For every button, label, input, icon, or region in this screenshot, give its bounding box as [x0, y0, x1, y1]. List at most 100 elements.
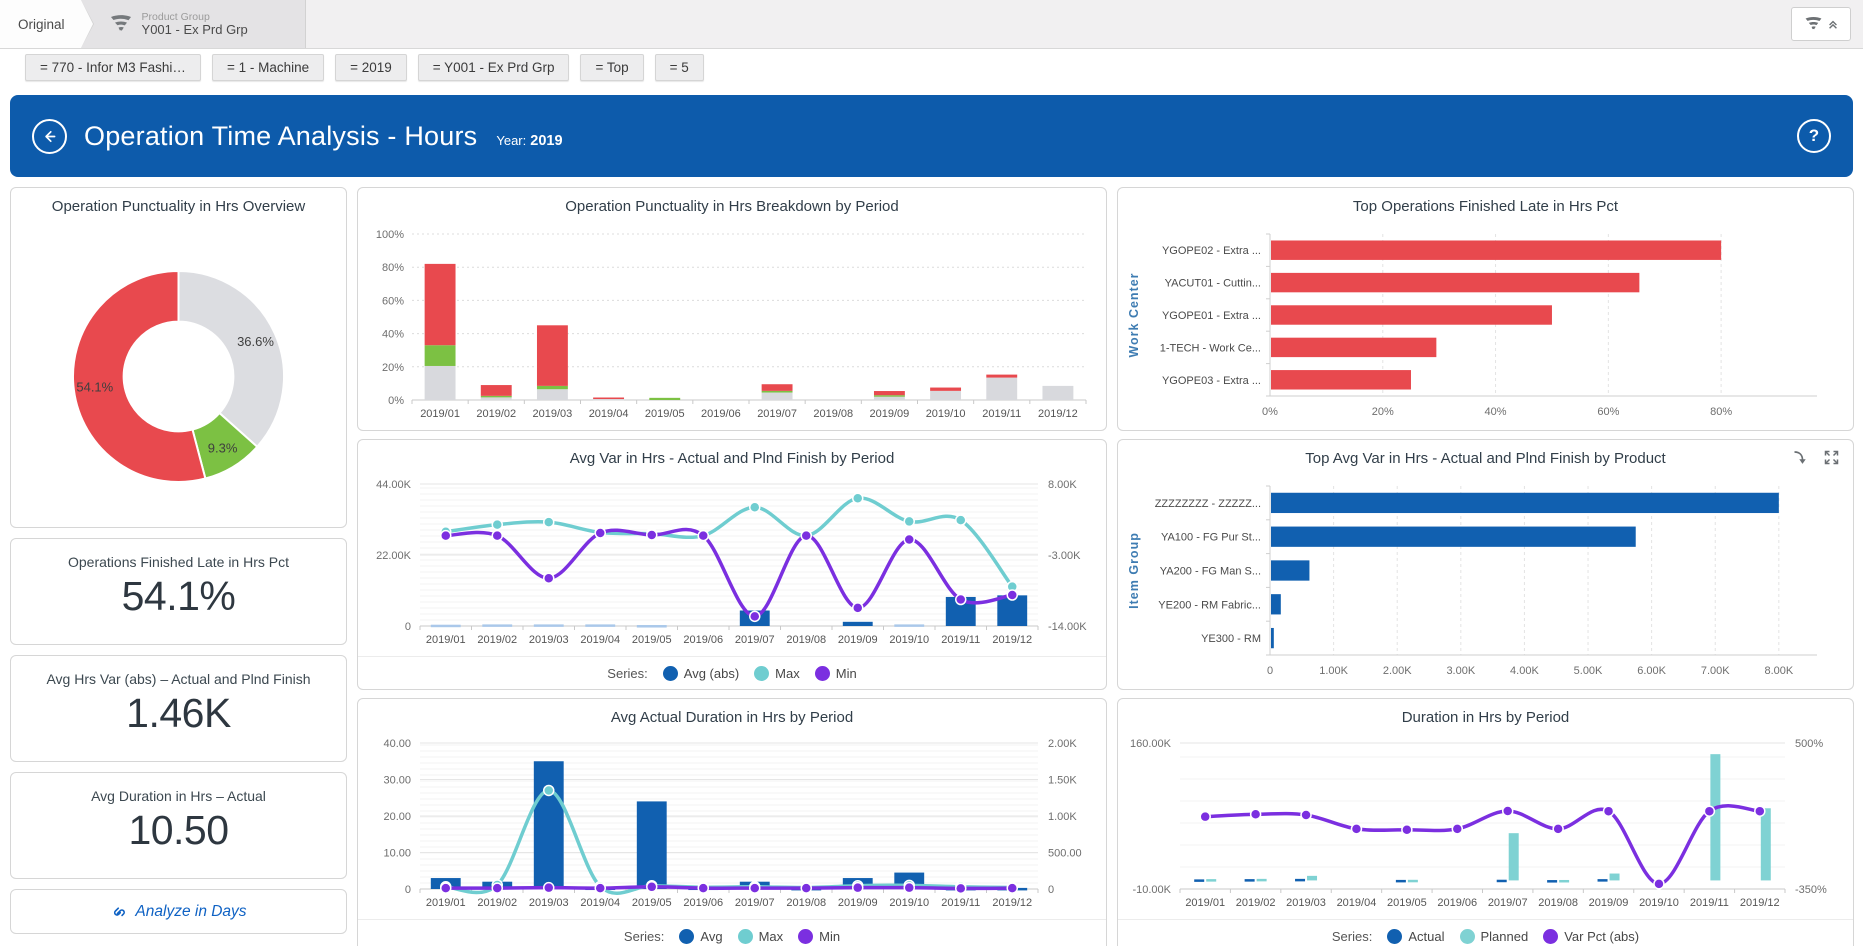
svg-text:44.00K: 44.00K: [376, 479, 412, 491]
legend-label: Avg (abs): [684, 666, 739, 681]
breadcrumb-category: Product Group: [142, 11, 248, 23]
legend-item[interactable]: Max: [738, 929, 784, 944]
chart-title: Duration in Hrs by Period: [1118, 699, 1853, 731]
svg-text:20%: 20%: [1372, 406, 1394, 418]
analyze-in-days-link[interactable]: Analyze in Days: [110, 903, 246, 921]
panel-breakdown: Operation Punctuality in Hrs Breakdown b…: [357, 187, 1107, 431]
svg-text:8.00K: 8.00K: [1048, 479, 1077, 491]
svg-text:1.00K: 1.00K: [1319, 665, 1348, 677]
filter-chip[interactable]: = Top: [580, 54, 643, 81]
svg-text:-10.00K: -10.00K: [1132, 884, 1171, 896]
svg-text:2019/01: 2019/01: [426, 634, 466, 646]
svg-text:2019/08: 2019/08: [1538, 897, 1578, 909]
svg-text:2019/12: 2019/12: [992, 897, 1032, 909]
chart-legend: Series: Actual Planned Var Pct (abs): [1118, 919, 1853, 946]
filter-chip[interactable]: = 5: [655, 54, 704, 81]
legend-label: Max: [759, 929, 784, 944]
svg-text:2019/10: 2019/10: [889, 634, 929, 646]
legend-prefix: Series:: [1332, 929, 1372, 944]
svg-text:2019/09: 2019/09: [1589, 897, 1629, 909]
svg-text:2019/08: 2019/08: [786, 634, 826, 646]
filter-chip[interactable]: = 2019: [335, 54, 407, 81]
avg-duration-combo-chart[interactable]: 010.0020.0030.0040.000500.001.00K1.50K2.…: [358, 731, 1106, 919]
svg-text:2019/09: 2019/09: [838, 897, 878, 909]
svg-text:0: 0: [1048, 884, 1054, 896]
svg-text:40%: 40%: [382, 329, 404, 341]
breadcrumb-original-tab[interactable]: Original: [0, 0, 81, 48]
breakdown-stacked-bar-chart[interactable]: 0%20%40%60%80%100%2019/012019/022019/032…: [358, 220, 1106, 430]
legend-item[interactable]: Actual: [1387, 929, 1444, 944]
legend-item[interactable]: Avg: [679, 929, 722, 944]
legend-item[interactable]: Min: [798, 929, 840, 944]
breadcrumb-active-tab[interactable]: Product Group Y001 - Ex Prd Grp: [81, 0, 306, 48]
chart-title: Top Operations Finished Late in Hrs Pct: [1118, 188, 1853, 220]
legend-label: Actual: [1408, 929, 1444, 944]
arrow-left-icon: [41, 128, 58, 145]
svg-text:0: 0: [405, 621, 411, 633]
svg-text:500%: 500%: [1795, 738, 1823, 750]
svg-text:2019/06: 2019/06: [683, 634, 723, 646]
panel-avg-var: Avg Var in Hrs - Actual and Plnd Finish …: [357, 439, 1107, 690]
legend-item[interactable]: Min: [815, 666, 857, 681]
topbar-spacer: [306, 0, 1779, 48]
svg-text:6.00K: 6.00K: [1637, 665, 1666, 677]
svg-text:-3.00K: -3.00K: [1048, 550, 1081, 562]
svg-text:1-TECH - Work Ce...: 1-TECH - Work Ce...: [1160, 342, 1261, 354]
svg-text:2019/06: 2019/06: [1437, 897, 1477, 909]
svg-text:5.00K: 5.00K: [1574, 665, 1603, 677]
filter-chip-row: = 770 - Infor M3 Fashi… = 1 - Machine = 20…: [0, 49, 1863, 86]
svg-text:2019/05: 2019/05: [632, 634, 672, 646]
legend-label: Min: [836, 666, 857, 681]
legend-dot-icon: [754, 666, 769, 681]
top-avg-var-hbar-chart[interactable]: 01.00K2.00K3.00K4.00K5.00K6.00K7.00K8.00…: [1118, 472, 1853, 689]
dashboard-grid: Operation Punctuality in Hrs Overview 36…: [0, 187, 1863, 946]
svg-text:YGOPE03 - Extra ...: YGOPE03 - Extra ...: [1162, 375, 1261, 387]
svg-text:2019/03: 2019/03: [533, 408, 573, 420]
kpi-avg-hrs-var: Avg Hrs Var (abs) – Actual and Plnd Fini…: [10, 655, 347, 762]
filter-chip[interactable]: = 770 - Infor M3 Fashi…: [25, 54, 201, 81]
legend-item[interactable]: Var Pct (abs): [1543, 929, 1639, 944]
svg-text:2019/04: 2019/04: [580, 897, 620, 909]
expand-icon[interactable]: [1823, 449, 1840, 467]
dashboard-page: Original Product Group Y001 - Ex Prd Grp: [0, 0, 1863, 946]
back-button[interactable]: [32, 119, 67, 154]
svg-text:3.00K: 3.00K: [1446, 665, 1475, 677]
kpi-value: 54.1%: [11, 573, 346, 620]
legend-dot-icon: [798, 929, 813, 944]
legend-item[interactable]: Max: [754, 666, 800, 681]
help-button[interactable]: ?: [1797, 119, 1831, 153]
svg-text:7.00K: 7.00K: [1701, 665, 1730, 677]
svg-text:2019/07: 2019/07: [1488, 897, 1528, 909]
svg-text:2019/10: 2019/10: [1639, 897, 1679, 909]
svg-text:2019/03: 2019/03: [529, 897, 569, 909]
svg-text:2019/11: 2019/11: [1690, 897, 1729, 909]
svg-text:2019/03: 2019/03: [529, 634, 569, 646]
legend-item[interactable]: Avg (abs): [663, 666, 739, 681]
filter-chip[interactable]: = Y001 - Ex Prd Grp: [418, 54, 570, 81]
legend-prefix: Series:: [624, 929, 664, 944]
punctuality-donut-chart[interactable]: 36.6%9.3%54.1%: [11, 220, 346, 525]
panel-punctuality-overview: Operation Punctuality in Hrs Overview 36…: [10, 187, 347, 528]
widget-collapse-button[interactable]: [1791, 7, 1851, 41]
svg-text:2019/01: 2019/01: [1185, 897, 1225, 909]
svg-text:2019/10: 2019/10: [889, 897, 929, 909]
svg-text:Item Group: Item Group: [1127, 532, 1141, 609]
kpi-title: Operations Finished Late in Hrs Pct: [11, 539, 346, 570]
dashboard-header: Operation Time Analysis - Hours Year:201…: [10, 95, 1853, 177]
svg-text:2019/06: 2019/06: [701, 408, 741, 420]
filter-chip[interactable]: = 1 - Machine: [212, 54, 324, 81]
chart-title: Operation Punctuality in Hrs Breakdown b…: [358, 188, 1106, 220]
kpi-value: 1.46K: [11, 690, 346, 737]
svg-text:80%: 80%: [382, 262, 404, 274]
duration-combo-chart[interactable]: -10.00K160.00K-350%500%2019/012019/02201…: [1118, 731, 1853, 919]
legend-label: Max: [775, 666, 800, 681]
top-late-hbar-chart[interactable]: 0%20%40%60%80%YGOPE02 - Extra ...YACUT01…: [1118, 220, 1853, 430]
legend-dot-icon: [679, 929, 694, 944]
svg-text:2019/08: 2019/08: [813, 408, 853, 420]
svg-text:500.00: 500.00: [1048, 848, 1082, 860]
avg-var-combo-chart[interactable]: 022.00K44.00K-14.00K-3.00K8.00K2019/0120…: [358, 472, 1106, 656]
drill-down-icon[interactable]: [1791, 449, 1809, 467]
legend-item[interactable]: Planned: [1460, 929, 1529, 944]
svg-text:0: 0: [405, 884, 411, 896]
svg-text:2019/04: 2019/04: [1337, 897, 1377, 909]
